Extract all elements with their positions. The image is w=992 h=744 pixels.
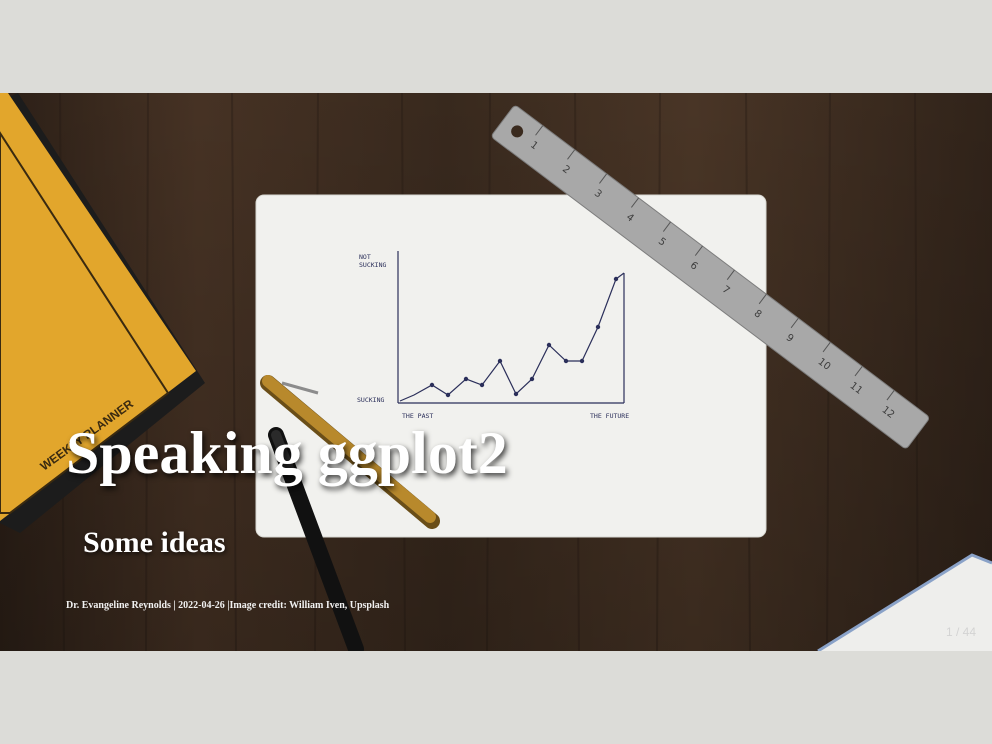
plot-y-top-label-1: NOT <box>359 253 371 261</box>
slide-number: 1 / 44 <box>945 625 976 639</box>
plot-x-right-label: THE FUTURE <box>590 412 629 420</box>
slide: WEEKLY PLANNER NOT SUCKING SUCKING THE P… <box>0 93 992 651</box>
slide-title: Speaking ggplot2 <box>66 420 508 486</box>
plot-y-bottom-label: SUCKING <box>357 396 384 404</box>
plot-y-top-label-2: SUCKING <box>359 261 386 269</box>
slide-subtitle: Some ideas <box>83 526 226 559</box>
slide-credit: Dr. Evangeline Reynolds | 2022-04-26 |Im… <box>66 600 390 611</box>
background-photo: WEEKLY PLANNER NOT SUCKING SUCKING THE P… <box>0 93 992 651</box>
